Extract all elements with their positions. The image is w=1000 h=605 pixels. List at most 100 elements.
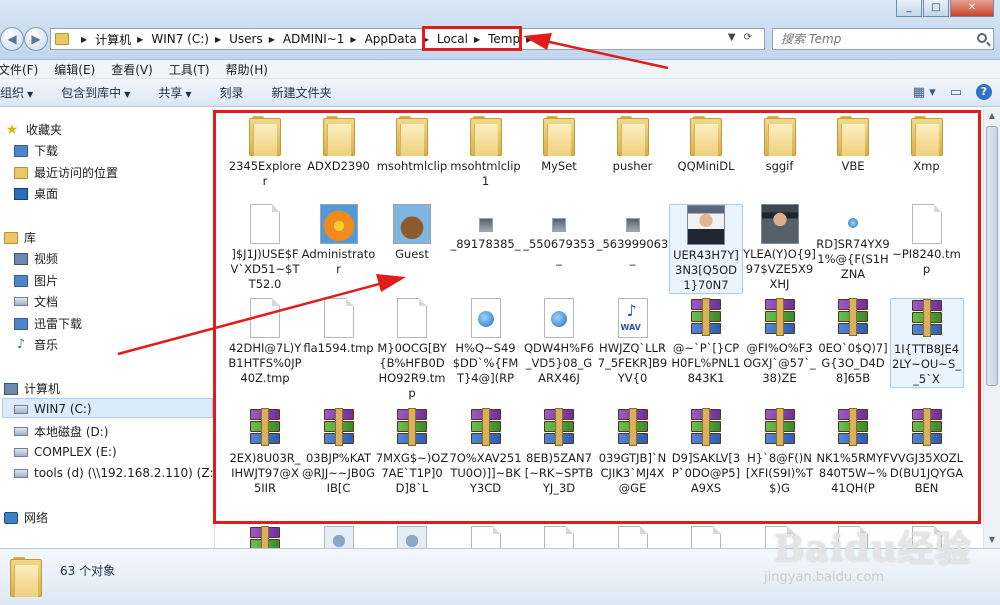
burn-button[interactable]: 刻录: [220, 84, 244, 101]
nav-computer[interactable]: 计算机: [4, 380, 60, 397]
file-item[interactable]: _550679353_: [522, 204, 596, 267]
breadcrumb-item[interactable]: ADMINI~1 ▶: [283, 32, 365, 46]
address-bar[interactable]: ▶ 计算机 ▶ WIN7 (C:) ▶ Users ▶ ADMINI~1 ▶ AppDa…: [50, 28, 765, 50]
file-item[interactable]: [302, 526, 376, 548]
vertical-scrollbar[interactable]: ▲ ▼: [983, 108, 1000, 548]
html-file-icon: [470, 298, 501, 338]
file-item[interactable]: H}`8@F()N[XFI(S9I)%T$)G: [743, 408, 817, 496]
nav-network[interactable]: 网络: [4, 509, 48, 526]
breadcrumb-item[interactable]: 计算机 ▶: [95, 31, 151, 48]
file-item[interactable]: 8EB)5ZAN7[~RK~SPTBYJ_3D: [522, 408, 596, 496]
folder-item[interactable]: Xmp: [890, 116, 964, 174]
file-item[interactable]: 42DHI@7L)YB1HTFS%0JP40Z.tmp: [228, 298, 302, 386]
file-item[interactable]: 039GTJB]`NCJIK3`MJ4X@GE: [596, 408, 670, 496]
file-item[interactable]: 7O%XAV251TU0O)]]~BKY3CD: [449, 408, 523, 496]
file-item[interactable]: [375, 526, 449, 548]
include-library-button[interactable]: 包含到库中 ▼: [61, 84, 130, 101]
file-item[interactable]: 1I{TTB8JE42LY~OU~S__5`X: [889, 298, 964, 388]
folder-icon: [55, 33, 69, 45]
nav-item-desktop[interactable]: 桌面: [14, 185, 58, 202]
file-item[interactable]: QDW4H%F6_VD5}08_GARX46J: [522, 298, 596, 386]
preview-pane-icon[interactable]: ▭: [950, 85, 962, 100]
file-item[interactable]: ~PI8240.tmp: [890, 204, 964, 277]
file-item[interactable]: VVGJ35XOZLD(BU1JQYGABEN: [890, 408, 964, 496]
search-box[interactable]: [772, 28, 994, 50]
scroll-up-icon[interactable]: ▲: [984, 108, 1000, 124]
nav-libraries[interactable]: 库: [4, 229, 36, 246]
folder-item[interactable]: ADXD2390: [302, 116, 376, 174]
menu-edit[interactable]: 编辑(E): [54, 61, 95, 78]
file-item[interactable]: D9]SAKLV[3P`0DO@P5]A9XS: [669, 408, 743, 496]
new-folder-button[interactable]: 新建文件夹: [272, 84, 332, 101]
file-item[interactable]: NK1%5RMYF840T5W~%41QH(P: [816, 408, 890, 496]
help-icon[interactable]: ?: [976, 84, 992, 100]
nav-item-recent[interactable]: 最近访问的位置: [14, 164, 118, 181]
folder-item[interactable]: msohtmlclip1: [449, 116, 523, 189]
folder-item[interactable]: QQMiniDL: [669, 116, 743, 174]
menu-file[interactable]: 文件(F): [0, 61, 38, 78]
file-item[interactable]: @~`P`[}CPH0FL%PNL1843K1: [669, 298, 743, 386]
scroll-thumb[interactable]: [986, 126, 998, 386]
file-item[interactable]: @FI%O%F3OGXJ`@57`_38)ZE: [743, 298, 817, 386]
file-item[interactable]: _89178385_: [449, 204, 523, 252]
command-toolbar: 组织 ▼ 包含到库中 ▼ 共享 ▼ 刻录 新建文件夹 ▦ ▾ ▭ ?: [0, 79, 1000, 107]
search-icon[interactable]: [977, 33, 987, 43]
nav-item-drive-e[interactable]: COMPLEX (E:): [14, 445, 117, 459]
share-button[interactable]: 共享 ▼: [158, 84, 191, 101]
nav-item-documents[interactable]: 文档: [14, 293, 58, 310]
nav-item-pictures[interactable]: 图片: [14, 272, 58, 289]
file-item[interactable]: [228, 526, 302, 548]
file-item[interactable]: M}0OCG[BY{B%HFB0DHO92R9.tmp: [375, 298, 449, 401]
folder-item[interactable]: 2345Explorer: [228, 116, 302, 189]
file-item[interactable]: Administrator: [302, 204, 376, 277]
file-item[interactable]: YLEA(Y)O{9]97$VZE5X9XHJ: [743, 204, 817, 292]
nav-item-music[interactable]: ♪ 音乐: [14, 336, 58, 353]
maximize-button[interactable]: □: [923, 0, 949, 17]
nav-item-videos[interactable]: 视频: [14, 250, 58, 267]
refresh-icon[interactable]: ⟳: [744, 32, 760, 43]
file-item[interactable]: 0EO`0$Q)7]G{3O_D4D8]65B: [816, 298, 890, 386]
dropdown-icon: ▼: [185, 90, 192, 99]
back-button[interactable]: ◀: [0, 27, 24, 51]
file-item[interactable]: fla1594.tmp: [302, 298, 376, 356]
file-item[interactable]: [596, 526, 670, 548]
file-item[interactable]: 7MXG$~)OZ7AE`T1P]0D]8`L: [375, 408, 449, 496]
breadcrumb-item[interactable]: Users ▶: [229, 32, 283, 46]
folder-item[interactable]: MySet: [522, 116, 596, 174]
breadcrumb-item[interactable]: WIN7 (C:) ▶: [151, 32, 229, 46]
file-item[interactable]: Guest: [375, 204, 449, 262]
minimize-button[interactable]: _: [896, 0, 922, 17]
folder-item[interactable]: VBE: [816, 116, 890, 174]
nav-item-drive-z[interactable]: tools (d) (\\192.168.2.110) (Z:): [14, 466, 218, 480]
nav-item-drive-c[interactable]: WIN7 (C:): [14, 402, 92, 416]
file-item[interactable]: [449, 526, 523, 548]
file-item[interactable]: WAVHWJZQ`LLR7_5FEKR]B9YV{0: [596, 298, 670, 386]
nav-item-drive-d[interactable]: 本地磁盘 (D:): [14, 423, 108, 440]
dropdown-icon[interactable]: ▼: [728, 32, 744, 43]
forward-button[interactable]: ▶: [24, 27, 48, 51]
file-item[interactable]: H%Q~S49$DD`%{FMT}4@](RP: [449, 298, 523, 386]
music-icon: ♪: [16, 336, 26, 352]
menu-view[interactable]: 查看(V): [111, 61, 153, 78]
folder-item[interactable]: sggif: [743, 116, 817, 174]
file-item[interactable]: [522, 526, 596, 548]
file-item[interactable]: [669, 526, 743, 548]
rar-archive-icon: [761, 408, 799, 448]
nav-favorites[interactable]: ★ 收藏夹: [4, 121, 62, 138]
organize-button[interactable]: 组织 ▼: [0, 84, 33, 101]
menu-help[interactable]: 帮助(H): [226, 61, 268, 78]
file-item[interactable]: RD]SR74YX91%@{F(S1HZNA: [816, 204, 890, 282]
menu-tools[interactable]: 工具(T): [169, 61, 210, 78]
folder-item[interactable]: pusher: [596, 116, 670, 174]
folder-item[interactable]: msohtmlclip: [375, 116, 449, 174]
file-item[interactable]: 03BJP%KAT@RJJ~~JB0GIB[C: [302, 408, 376, 496]
close-button[interactable]: ✕: [950, 0, 994, 17]
nav-item-downloads[interactable]: 下载: [14, 142, 58, 159]
file-item[interactable]: UER43H7Y]3N3[Q5OD1}70N7: [669, 204, 743, 294]
search-input[interactable]: [781, 32, 961, 46]
file-item[interactable]: 2EX)8U03R_IHWJT97@X5IIR: [228, 408, 302, 496]
file-item[interactable]: ]$J1J)USE$FV`XD51~$TT52.0: [228, 204, 302, 292]
view-options-icon[interactable]: ▦ ▾: [913, 85, 936, 100]
nav-item-thunder[interactable]: 迅雷下载: [14, 315, 82, 332]
file-item[interactable]: _563999063_: [596, 204, 670, 267]
